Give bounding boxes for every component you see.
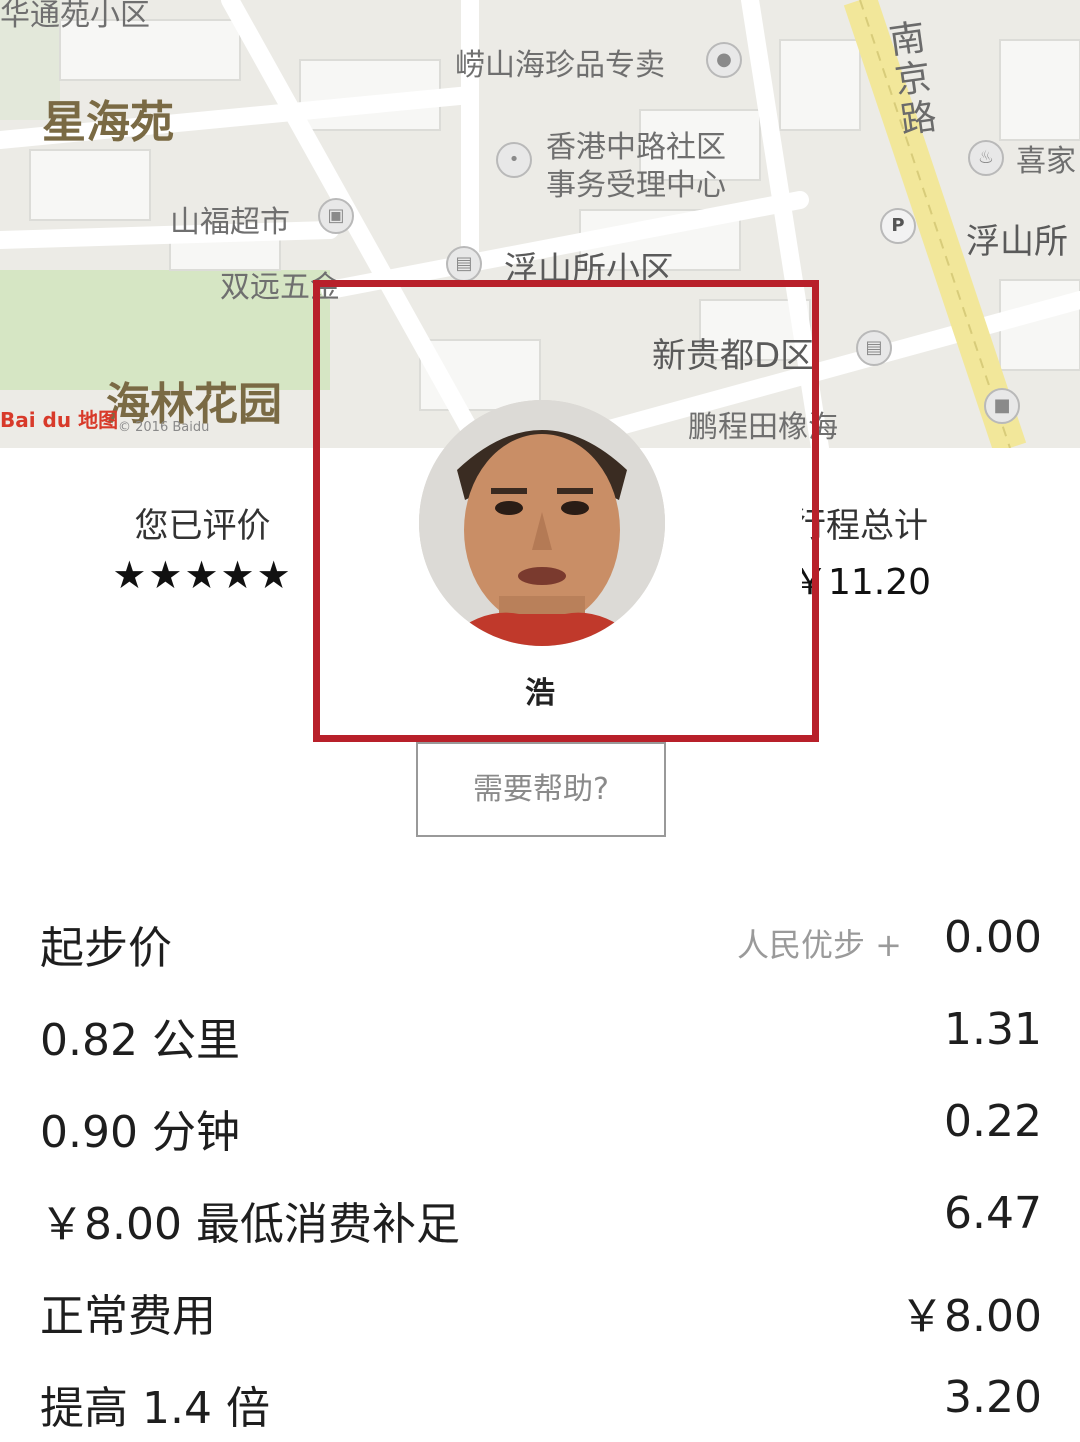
- restaurant-icon[interactable]: ♨: [968, 140, 1004, 176]
- fare-amount: 1.31: [944, 1004, 1042, 1055]
- fare-row-base: 起步价 人民优步 + 0.00: [40, 912, 1042, 982]
- fare-row-distance: 0.82 公里 1.31: [40, 1004, 1042, 1074]
- fare-amount: 0.00: [944, 912, 1042, 963]
- fare-label: 提高 1.4 倍: [40, 1383, 270, 1434]
- fare-amount: ￥8.00: [900, 1291, 1042, 1342]
- map-label-laoshan-shop: 崂山海珍品专卖: [455, 48, 665, 83]
- fare-amount: 6.47: [944, 1188, 1042, 1239]
- map-copyright: © 2016 Baidu: [118, 420, 210, 435]
- fare-amount: 0.22: [944, 1096, 1042, 1147]
- fare-promo: 人民优步 +: [737, 926, 902, 964]
- fare-row-minimum: ￥8.00 最低消费补足 6.47: [40, 1188, 1042, 1258]
- rating-caption: 您已评价: [134, 506, 271, 546]
- fare-label: 0.82 公里: [40, 1015, 240, 1066]
- rating-stars[interactable]: ★★★★★: [100, 553, 305, 597]
- map-label-shanfu-market: 山福超市: [170, 205, 290, 240]
- fare-amount: 3.20: [944, 1372, 1042, 1423]
- map-label-xinghaiyuan: 星海苑: [42, 97, 174, 148]
- map-label-top-left: 华通苑小区: [0, 0, 150, 33]
- market-icon[interactable]: ▣: [318, 198, 354, 234]
- map-label-community-center-2: 事务受理中心: [546, 168, 726, 203]
- map-label-xijia: 喜家: [1016, 144, 1076, 179]
- map-label-fushansuo: 浮山所: [966, 222, 1068, 262]
- fare-label: 0.90 分钟: [40, 1107, 240, 1158]
- help-button[interactable]: 需要帮助?: [416, 742, 666, 837]
- fare-label: 起步价: [40, 923, 172, 974]
- rating-summary: 您已评价 ★★★★★: [100, 498, 305, 597]
- fare-row-normal: 正常费用 ￥8.00: [40, 1280, 1042, 1350]
- fare-label: 正常费用: [40, 1291, 216, 1342]
- building-icon[interactable]: ▤: [446, 246, 482, 282]
- shop-icon[interactable]: ●: [706, 42, 742, 78]
- building-icon[interactable]: ▤: [856, 330, 892, 366]
- fare-label: ￥8.00 最低消费补足: [40, 1199, 460, 1250]
- parking-icon[interactable]: P: [880, 208, 916, 244]
- fare-row-time: 0.90 分钟 0.22: [40, 1096, 1042, 1166]
- bus-stop-icon[interactable]: ■: [984, 388, 1020, 424]
- driver-highlight-box: [313, 280, 819, 742]
- baidu-map-logo: Bai du 地图: [0, 408, 119, 432]
- location-dot-icon[interactable]: •: [496, 142, 532, 178]
- fare-row-surge: 提高 1.4 倍 3.20: [40, 1372, 1042, 1442]
